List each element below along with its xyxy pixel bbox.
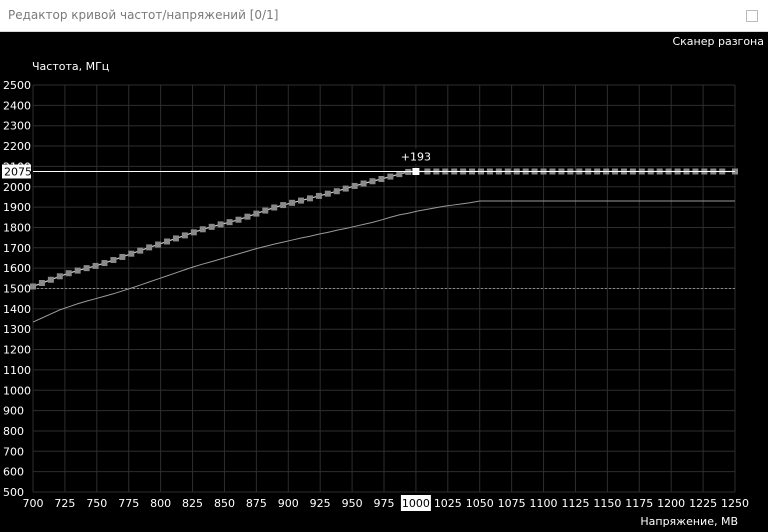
curve-point	[324, 190, 331, 197]
x-axis-label: Напряжение, МВ	[640, 515, 738, 528]
curve-point	[172, 235, 179, 242]
curve-point	[128, 250, 135, 257]
curve-point	[333, 188, 340, 195]
x-tick-label: 850	[214, 497, 235, 510]
curve-point	[190, 229, 197, 236]
x-tick-label: 800	[150, 497, 171, 510]
y-tick-label: 1400	[3, 303, 31, 316]
curve-point	[38, 280, 45, 287]
curve-point	[110, 257, 117, 264]
y-tick-label: 2200	[3, 140, 31, 153]
x-tick-label: 1100	[530, 497, 558, 510]
x-tick-label: 975	[374, 497, 395, 510]
x-tick-label: 950	[342, 497, 363, 510]
curve-point	[289, 199, 296, 206]
curve-point	[92, 262, 99, 269]
curve-point	[315, 192, 322, 199]
curve-point	[306, 195, 313, 202]
curve-point	[217, 221, 224, 228]
curve-point	[146, 244, 153, 251]
curve-point	[271, 204, 278, 211]
x-tick-label: 1250	[721, 497, 749, 510]
y-tick-label: 600	[3, 466, 24, 479]
curve-point	[253, 210, 260, 217]
curve-point	[396, 171, 403, 178]
x-tick-label: 1125	[561, 497, 589, 510]
curve-point	[101, 260, 108, 267]
y-tick-label: 900	[3, 405, 24, 418]
curve-point	[280, 202, 287, 209]
y-tick-label: 2500	[3, 79, 31, 92]
curve-point	[387, 173, 394, 180]
y-tick-label: 800	[3, 425, 24, 438]
x-tick-label: 1025	[434, 497, 462, 510]
x-tick-label: 750	[86, 497, 107, 510]
y-tick-label: 500	[3, 486, 24, 499]
curve-point	[181, 232, 188, 239]
vf-curve-chart[interactable]: 500 600 700 800 900 1000 1100 1200 1300 1400 1500 1…	[0, 0, 768, 532]
curve-point	[244, 213, 251, 220]
curve-point	[226, 219, 233, 226]
x-tick-label: 775	[118, 497, 139, 510]
curve-point	[83, 265, 90, 272]
y-tick-label: 2300	[3, 120, 31, 133]
curve-point	[369, 178, 376, 185]
curve-point	[155, 241, 162, 248]
x-tick-label: 1225	[689, 497, 717, 510]
curve-point	[137, 247, 144, 254]
curve-point	[74, 267, 81, 274]
selected-point	[412, 167, 420, 175]
y-tick-label: 1300	[3, 323, 31, 336]
y-tick-label: 700	[3, 445, 24, 458]
y-tick-label: 1700	[3, 242, 31, 255]
curve-point	[262, 207, 269, 214]
x-tick-label: 1150	[593, 497, 621, 510]
y-tick-label: 1000	[3, 384, 31, 397]
x-tick-label: 875	[246, 497, 267, 510]
y-tick-label: 1800	[3, 221, 31, 234]
x-tick-label: 1200	[657, 497, 685, 510]
curve-point	[298, 197, 305, 204]
curve-point	[378, 176, 385, 183]
curve-point	[208, 223, 215, 230]
y-tick-label: 2000	[3, 181, 31, 194]
y-tick-label: 1900	[3, 201, 31, 214]
offset-label: +193	[401, 150, 431, 163]
curve-point	[47, 276, 54, 283]
y-tick-label: 1200	[3, 344, 31, 357]
x-tick-label: 1050	[466, 497, 494, 510]
x-tick-label: 700	[23, 497, 44, 510]
curve-point	[360, 180, 367, 187]
curve-point	[30, 283, 36, 290]
x-tick-label: 900	[278, 497, 299, 510]
x-selected-label: 1000	[402, 497, 430, 510]
y-tick-label: 1500	[3, 283, 31, 296]
x-tick-label: 1075	[498, 497, 526, 510]
y-axis-label: Частота, МГц	[32, 60, 110, 73]
curve-point	[199, 226, 206, 233]
curve-point	[235, 216, 242, 223]
y-selected-label: 2075	[4, 165, 32, 178]
y-tick-label: 2400	[3, 99, 31, 112]
curve-point	[164, 238, 171, 245]
curve-point	[351, 182, 358, 189]
x-tick-label: 925	[310, 497, 331, 510]
x-tick-label: 1175	[625, 497, 653, 510]
y-tick-label: 1100	[3, 364, 31, 377]
curve-point	[119, 253, 126, 260]
y-tick-label: 1600	[3, 262, 31, 275]
curve-point	[56, 273, 63, 280]
x-tick-label: 725	[54, 497, 75, 510]
curve-point	[65, 270, 72, 277]
x-tick-label: 825	[182, 497, 203, 510]
curve-point	[342, 185, 349, 192]
